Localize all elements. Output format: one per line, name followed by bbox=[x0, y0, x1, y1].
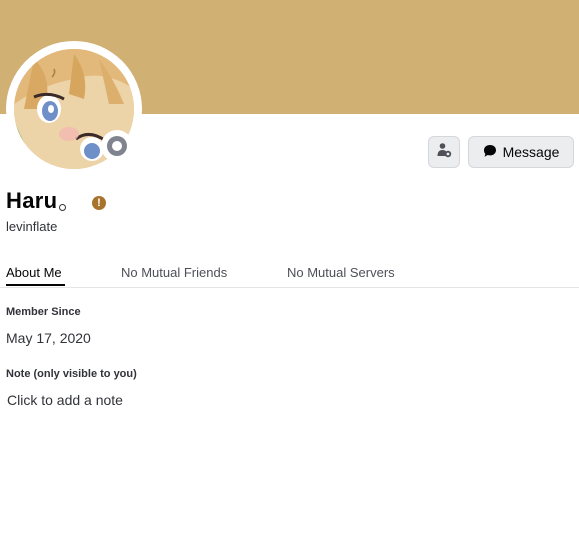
username: levinflate bbox=[6, 219, 58, 234]
member-since-value: May 17, 2020 bbox=[6, 330, 91, 346]
display-name: Haru bbox=[6, 188, 58, 213]
name-decoration-icon bbox=[59, 204, 66, 211]
tab-mutual-friends[interactable]: No Mutual Friends bbox=[121, 265, 227, 280]
note-label: Note (only visible to you) bbox=[6, 368, 137, 380]
add-friend-button[interactable] bbox=[428, 136, 460, 168]
active-tab-indicator bbox=[6, 284, 65, 286]
message-button[interactable]: Message bbox=[468, 136, 574, 168]
warning-icon[interactable]: ! bbox=[92, 196, 106, 210]
chat-bubble-icon bbox=[483, 144, 497, 161]
note-input[interactable]: Click to add a note bbox=[7, 392, 307, 408]
status-indicator bbox=[101, 130, 133, 162]
member-since-label: Member Since bbox=[6, 306, 81, 318]
tab-mutual-servers[interactable]: No Mutual Servers bbox=[287, 265, 395, 280]
add-friend-icon bbox=[436, 142, 452, 163]
message-button-label: Message bbox=[502, 144, 560, 160]
avatar-frame bbox=[6, 41, 142, 177]
tab-about-me[interactable]: About Me bbox=[6, 265, 62, 280]
tabs-divider bbox=[0, 287, 579, 288]
offline-status-icon bbox=[107, 136, 127, 156]
